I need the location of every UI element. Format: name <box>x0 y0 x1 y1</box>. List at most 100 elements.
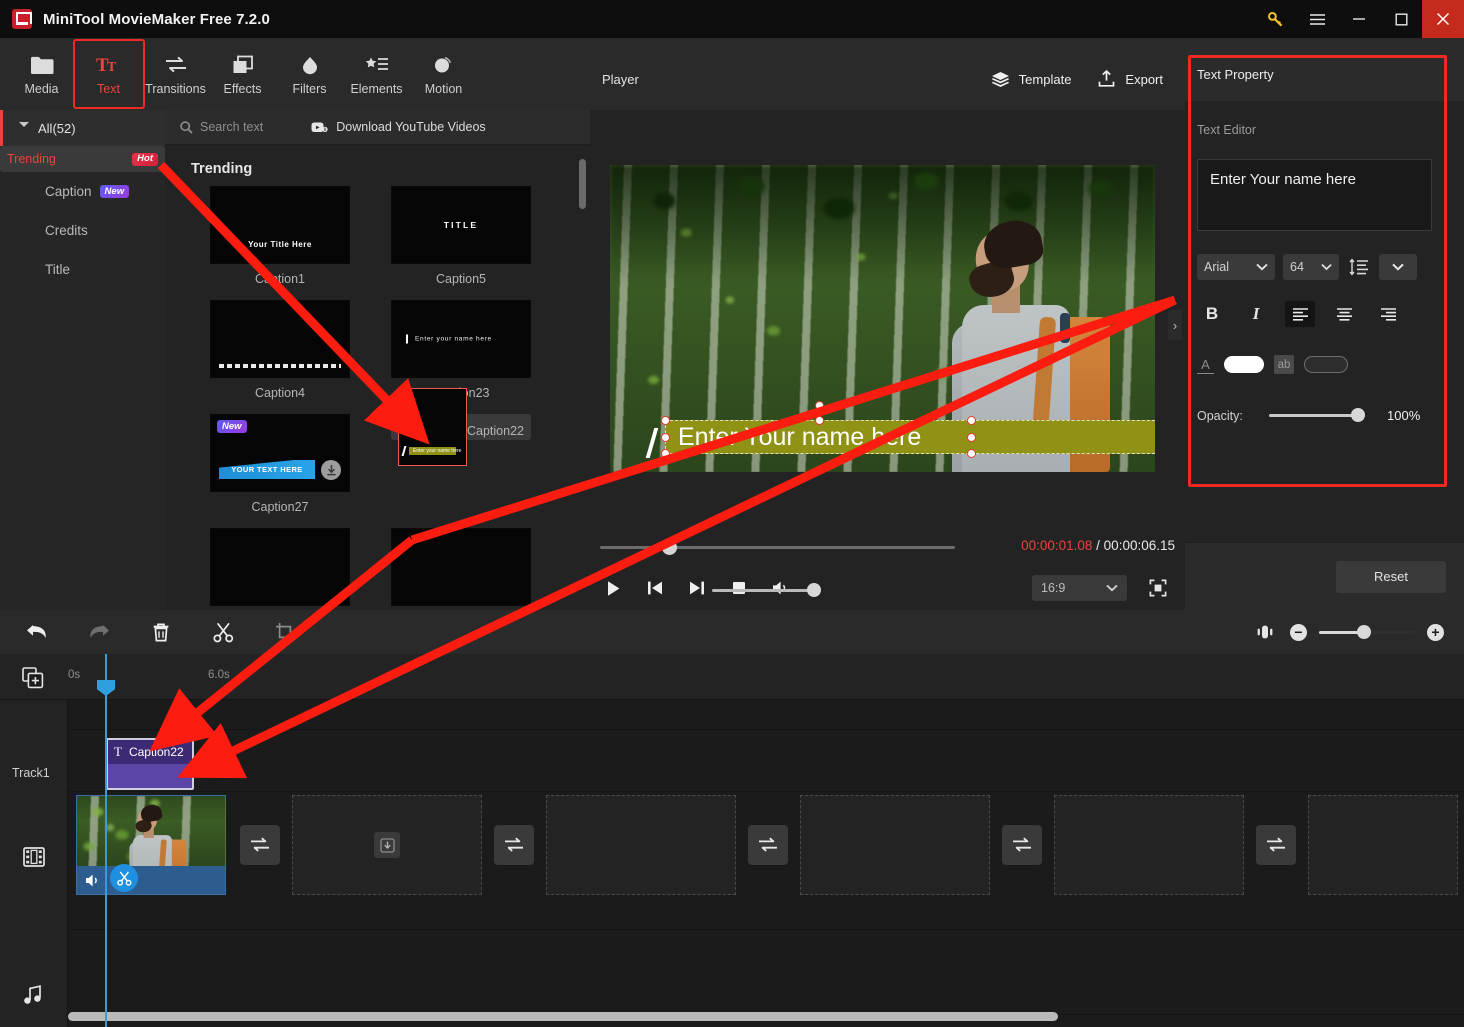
italic-button[interactable]: I <box>1241 301 1271 327</box>
crop-button[interactable] <box>272 619 298 645</box>
more-options-select[interactable] <box>1379 254 1417 280</box>
volume-handle[interactable] <box>807 583 821 597</box>
category-item-caption[interactable]: Caption New <box>0 172 165 211</box>
play-button[interactable] <box>602 577 624 599</box>
video-preview[interactable]: Enter Your name here <box>610 165 1155 472</box>
zoom-out-button[interactable]: − <box>1290 623 1307 641</box>
timeline-text-clip[interactable]: T Caption22 <box>106 738 194 790</box>
volume-slider[interactable] <box>712 589 817 592</box>
highlight-color-swatch[interactable] <box>1304 356 1348 373</box>
toolbar-item-elements[interactable]: Elements <box>343 43 410 105</box>
fit-to-window-icon[interactable] <box>1252 619 1278 645</box>
category-item-credits[interactable]: Credits <box>0 211 165 250</box>
empty-media-slot-5[interactable] <box>1308 795 1458 895</box>
template-scrollbar-track[interactable] <box>579 159 586 599</box>
template-card-caption22[interactable]: Enter your name here Caption22 <box>391 388 531 466</box>
toolbar-item-filters[interactable]: Filters <box>276 43 343 105</box>
timeline-scrollbar-thumb[interactable] <box>68 1012 1058 1021</box>
split-button[interactable] <box>210 619 236 645</box>
transition-button-2[interactable] <box>494 825 534 865</box>
reset-button[interactable]: Reset <box>1336 560 1446 593</box>
timeline-track-row-text[interactable] <box>68 730 1464 792</box>
download-youtube-videos-button[interactable]: Download YouTube Videos <box>311 120 486 134</box>
template-card-caption1[interactable]: Your Title Here Caption1 <box>210 186 350 286</box>
align-left-button[interactable] <box>1285 301 1315 327</box>
template-card-caption27[interactable]: New YOUR TEXT HERE Caption27 <box>210 414 350 514</box>
stop-button[interactable] <box>728 577 750 599</box>
template-scrollbar-thumb[interactable] <box>579 159 586 209</box>
undo-button[interactable] <box>24 619 50 645</box>
aspect-ratio-select[interactable]: 16:9 <box>1032 575 1127 601</box>
close-icon[interactable] <box>1422 0 1464 38</box>
template-card-row4-right[interactable] <box>391 528 531 606</box>
download-icon[interactable] <box>321 460 341 480</box>
text-color-swatch[interactable] <box>1224 356 1264 373</box>
zoom-slider-handle[interactable] <box>1357 624 1371 639</box>
category-item-trending[interactable]: Trending Hot <box>0 146 165 172</box>
opacity-label: Opacity: <box>1197 408 1243 423</box>
minimize-icon[interactable] <box>1338 0 1380 38</box>
resize-handle-right[interactable] <box>967 433 976 442</box>
toolbar-item-text[interactable]: TT Text <box>73 39 145 109</box>
template-button[interactable]: Template <box>991 71 1071 88</box>
opacity-handle[interactable] <box>1351 408 1365 422</box>
template-preview-text: TITLE <box>443 220 479 230</box>
resize-handle-top-left[interactable] <box>661 416 670 425</box>
export-button[interactable]: Export <box>1097 70 1163 88</box>
zoom-slider[interactable] <box>1319 624 1415 639</box>
template-card-row4-left[interactable] <box>210 528 350 606</box>
resize-handle-bottom-left[interactable] <box>661 449 670 458</box>
template-card-caption23[interactable]: Enter your name here Caption23 <box>391 300 531 400</box>
resize-handle-bottom-right[interactable] <box>967 449 976 458</box>
timeline-track-row-audio[interactable] <box>68 930 1464 1015</box>
font-size-select[interactable]: 64 <box>1283 254 1339 280</box>
resize-handle-top-center[interactable] <box>815 401 824 410</box>
timeline-video-clip[interactable] <box>76 795 226 895</box>
category-item-title[interactable]: Title <box>0 250 165 289</box>
bold-button[interactable]: B <box>1197 301 1227 327</box>
resize-handle-top-right[interactable] <box>967 416 976 425</box>
empty-media-slot-1[interactable] <box>292 795 482 895</box>
seek-bar[interactable] <box>600 546 955 549</box>
highlight-label-icon[interactable]: ab <box>1274 355 1294 374</box>
transition-button-5[interactable] <box>1256 825 1296 865</box>
next-frame-button[interactable] <box>686 577 708 599</box>
resize-handle-center-upper[interactable] <box>815 416 824 425</box>
empty-media-slot-2[interactable] <box>546 795 736 895</box>
timeline-ruler[interactable]: 0s 6.0s <box>0 654 1464 700</box>
hamburger-menu-icon[interactable] <box>1296 0 1338 38</box>
align-center-button[interactable] <box>1329 301 1359 327</box>
toolbar-item-transitions[interactable]: Transitions <box>142 43 209 105</box>
line-spacing-icon[interactable] <box>1347 255 1371 279</box>
opacity-slider[interactable] <box>1269 408 1365 422</box>
resize-handle-left[interactable] <box>661 433 670 442</box>
align-right-button[interactable] <box>1373 301 1403 327</box>
category-all[interactable]: All(52) <box>0 110 165 146</box>
toolbar-item-effects[interactable]: Effects <box>209 43 276 105</box>
speaker-icon[interactable] <box>84 871 102 889</box>
scissors-badge-icon[interactable] <box>110 864 138 892</box>
delete-button[interactable] <box>148 619 174 645</box>
toolbar-item-motion[interactable]: Motion <box>410 43 477 105</box>
redo-button[interactable] <box>86 619 112 645</box>
fullscreen-button[interactable] <box>1147 577 1169 599</box>
font-family-select[interactable]: Arial <box>1197 254 1275 280</box>
previous-frame-button[interactable] <box>644 577 666 599</box>
seek-handle[interactable] <box>662 540 677 555</box>
template-card-caption5[interactable]: TITLE Caption5 <box>391 186 531 286</box>
volume-button[interactable] <box>770 577 792 599</box>
add-track-icon[interactable] <box>22 667 44 689</box>
maximize-icon[interactable] <box>1380 0 1422 38</box>
transition-button-3[interactable] <box>748 825 788 865</box>
transition-button-1[interactable] <box>240 825 280 865</box>
collapse-panel-chevron-icon[interactable]: › <box>1168 310 1182 340</box>
empty-media-slot-4[interactable] <box>1054 795 1244 895</box>
template-card-caption4[interactable]: Caption4 <box>210 300 350 400</box>
toolbar-item-media[interactable]: Media <box>8 43 75 105</box>
transition-button-4[interactable] <box>1002 825 1042 865</box>
empty-media-slot-3[interactable] <box>800 795 990 895</box>
text-editor-input[interactable]: Enter Your name here <box>1197 159 1432 231</box>
zoom-in-button[interactable]: + <box>1427 623 1444 641</box>
key-icon[interactable] <box>1254 0 1296 38</box>
search-input[interactable]: Search text <box>165 120 263 134</box>
